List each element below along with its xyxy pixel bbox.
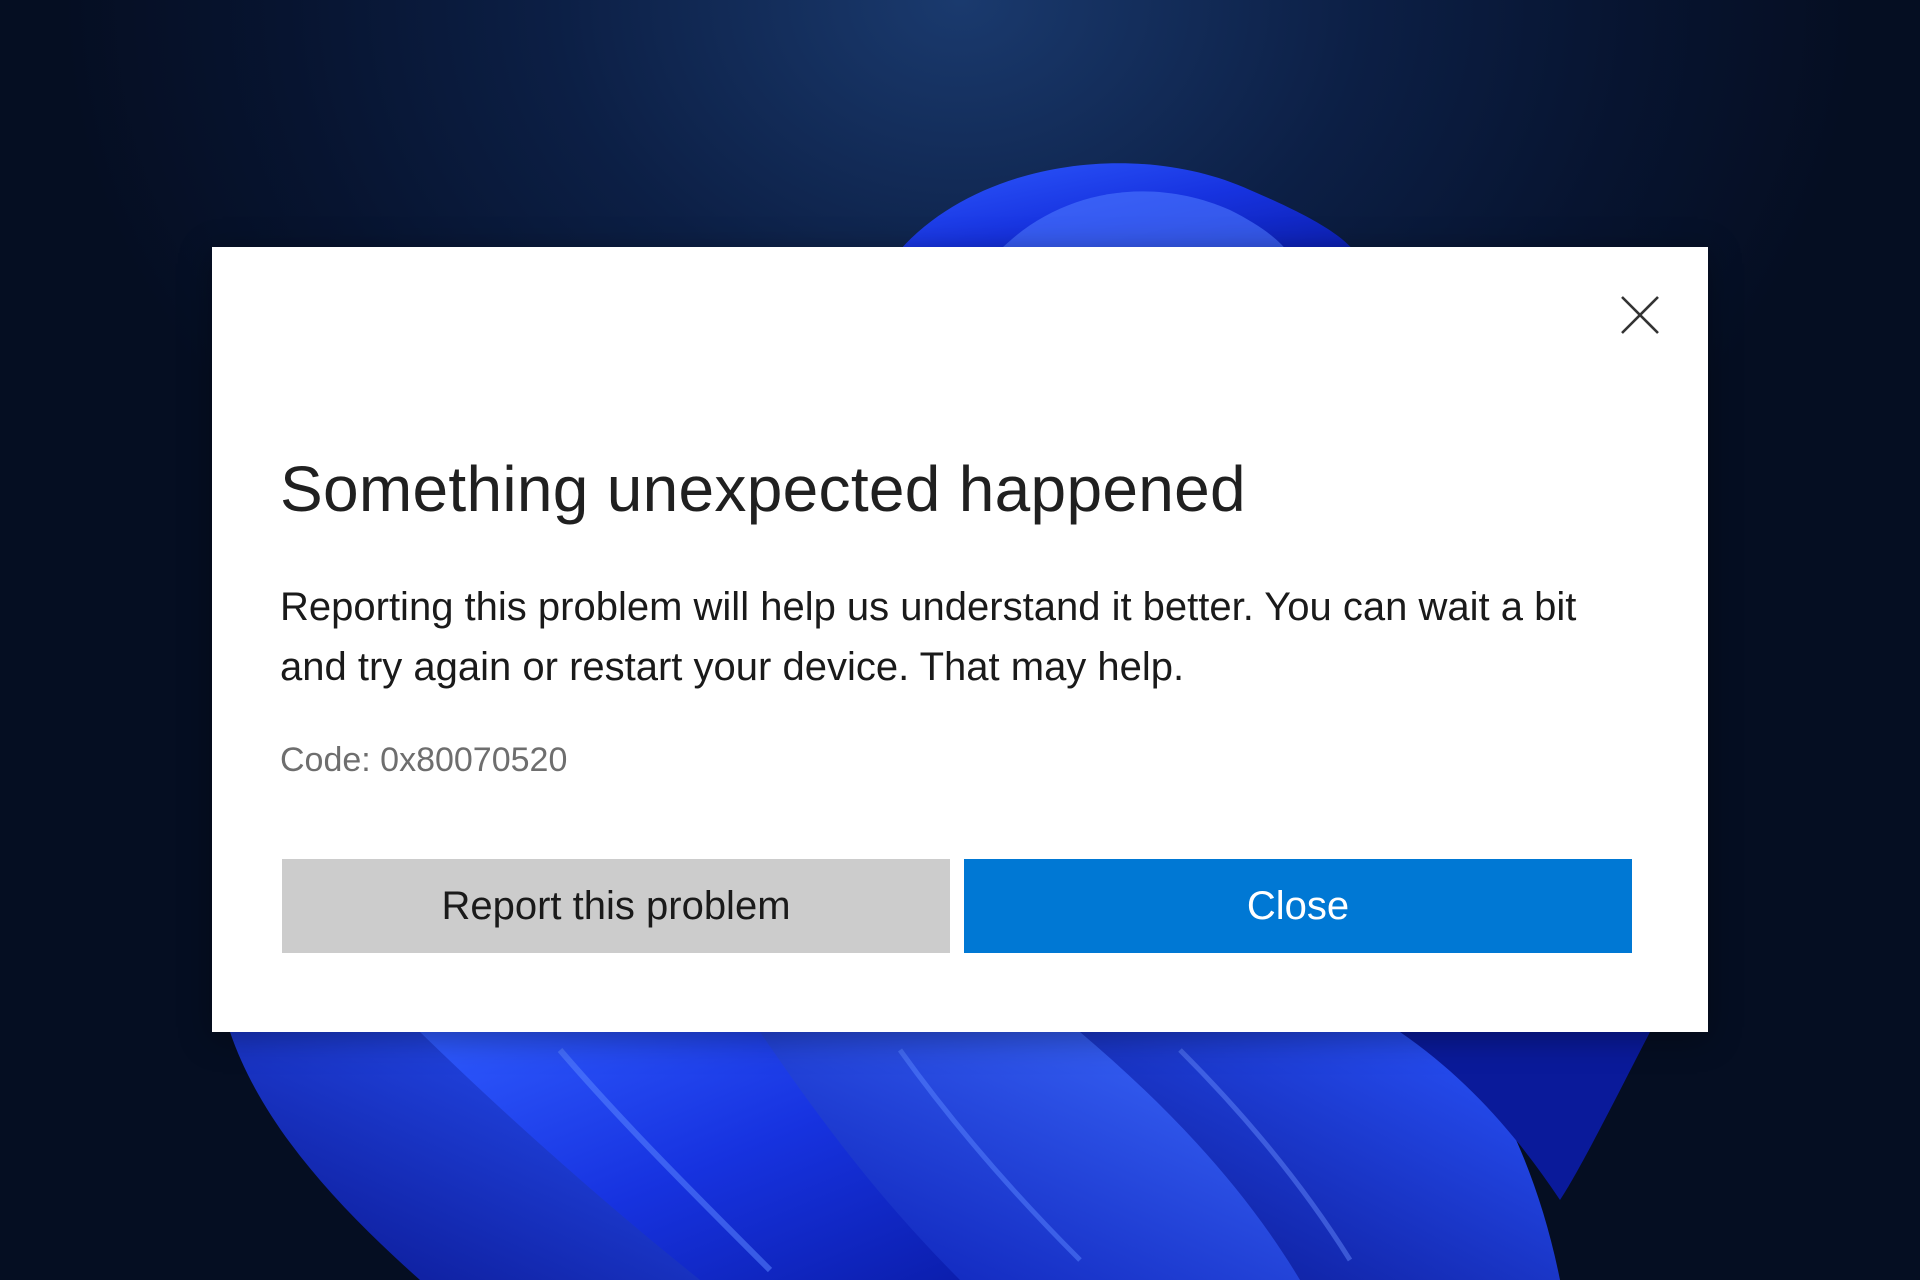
close-dialog-button[interactable] [1610, 285, 1670, 345]
error-dialog: Something unexpected happened Reporting … [212, 247, 1708, 1032]
close-button[interactable]: Close [964, 859, 1632, 953]
dialog-title: Something unexpected happened [280, 453, 1246, 525]
dialog-message: Reporting this problem will help us unde… [280, 585, 1577, 689]
close-icon [1621, 296, 1659, 334]
report-problem-button[interactable]: Report this problem [282, 859, 950, 953]
error-code: Code: 0x80070520 [280, 741, 568, 779]
